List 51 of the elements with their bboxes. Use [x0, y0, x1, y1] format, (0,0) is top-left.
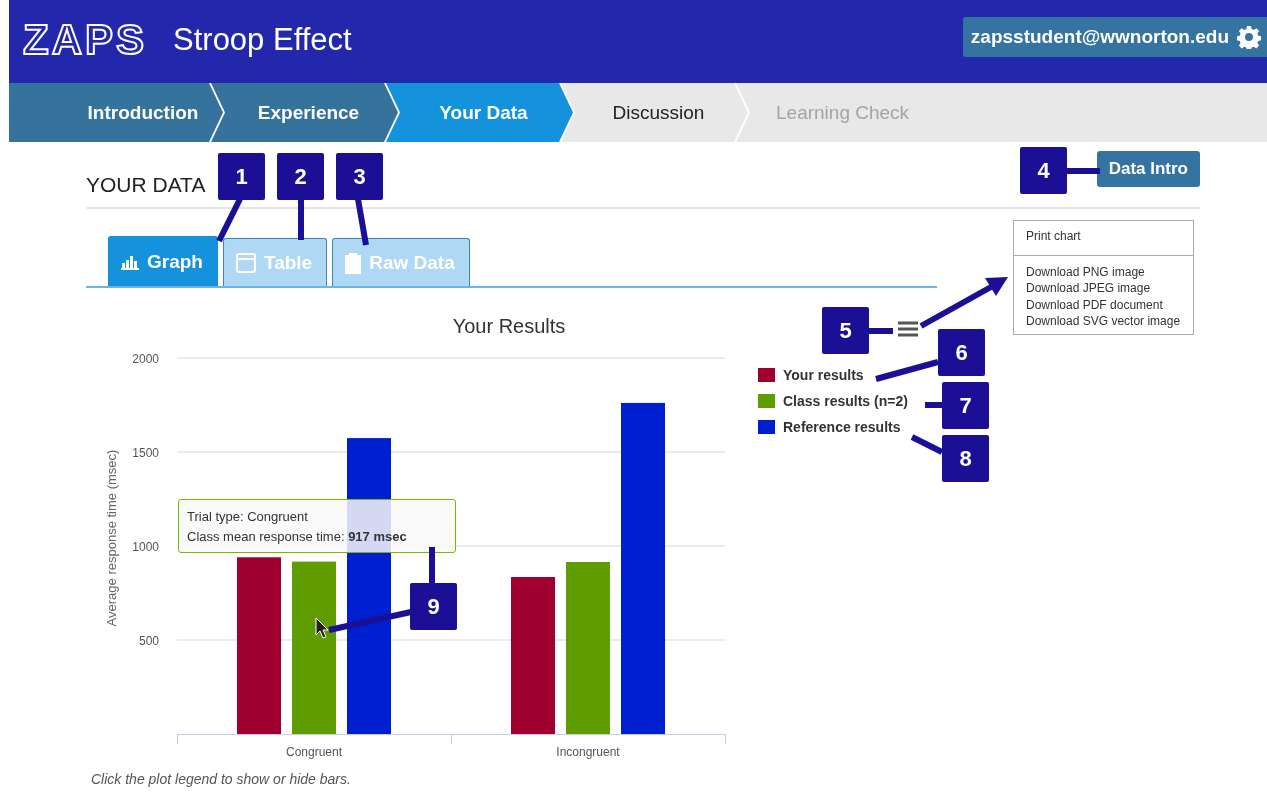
bar-chart-icon: [121, 253, 139, 270]
settings-icon: [1237, 25, 1261, 49]
user-menu-button[interactable]: zapsstudent@wwnorton.edu: [962, 17, 1267, 57]
callout-number: 3: [336, 153, 383, 200]
logo: ZAPS: [23, 15, 147, 64]
callout-number: 5: [822, 307, 869, 354]
menu-item[interactable]: Download PNG image: [1026, 263, 1181, 280]
cursor-icon: [315, 617, 329, 639]
data-intro-button[interactable]: Data Intro: [1096, 151, 1200, 187]
step-tab[interactable]: Introduction: [9, 83, 223, 142]
menu-item[interactable]: Download PDF document: [1026, 296, 1181, 313]
y-tick-label: 500: [138, 634, 159, 648]
y-tick-label: 1500: [132, 446, 159, 460]
callout-number: 1: [218, 153, 265, 200]
leader-line: [216, 197, 243, 243]
callout-number: 8: [942, 435, 989, 482]
callout-number: 9: [410, 583, 457, 630]
legend-item[interactable]: Class results (n=2): [783, 393, 908, 409]
callout-number: 2: [277, 153, 324, 200]
step-tab[interactable]: Experience: [211, 83, 398, 142]
legend-item[interactable]: Reference results: [783, 419, 901, 435]
x-tick-label: Incongruent: [556, 745, 620, 759]
menu-item[interactable]: Download JPEG image: [1026, 280, 1181, 297]
y-tick-label: 2000: [132, 352, 159, 366]
leader-line: [925, 402, 942, 408]
y-axis-title: Average response time (msec): [104, 449, 119, 627]
tooltip-text: Class mean response time: 917 msec: [187, 528, 408, 546]
menu-item[interactable]: Download SVG vector image: [1026, 313, 1181, 330]
legend-item[interactable]: Your results: [783, 367, 864, 383]
app-title: Stroop Effect: [173, 21, 352, 58]
menu-item[interactable]: Print chart: [1026, 228, 1181, 245]
tooltip-text: Trial type: Congruent: [187, 508, 309, 526]
table-icon: [235, 252, 256, 273]
menu-icon[interactable]: [898, 321, 918, 337]
leader-line: [298, 199, 304, 240]
callout-number: 7: [942, 382, 989, 429]
step-tab[interactable]: Discussion: [561, 83, 748, 142]
chart-title: Your Results: [452, 315, 566, 337]
leader-line: [429, 547, 435, 584]
y-tick-label: 1000: [132, 540, 159, 554]
leader-line: [1066, 168, 1100, 174]
hint-text: Click the plot legend to show or hide bars.: [91, 771, 351, 787]
leader-line: [868, 328, 893, 334]
section-heading: YOUR DATA: [86, 173, 206, 197]
leader-line: [875, 359, 939, 382]
leader-line: [910, 434, 944, 455]
leader-line: [355, 198, 369, 246]
callout-number: 6: [938, 329, 985, 376]
clipboard-icon: [345, 251, 362, 274]
callout-number: 4: [1020, 147, 1067, 194]
x-tick-label: Congruent: [286, 745, 342, 759]
